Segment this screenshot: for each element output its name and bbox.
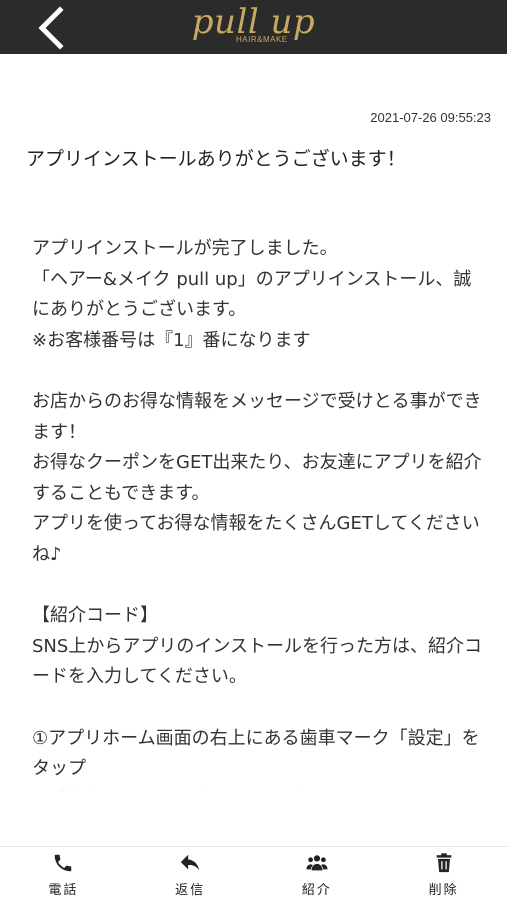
message-paragraph: 【紹介コード】 SNS上からアプリのインストールを行った方は、紹介コードを入力し… — [32, 605, 482, 688]
tab-label-introduce: 紹介 — [301, 883, 332, 898]
logo-subtext: HAIR&MAKE — [236, 35, 288, 44]
message-title: アプリインストールありがとうございます！ — [26, 148, 406, 170]
message-content[interactable]: 2021-07-26 09:55:23 アプリインストールありがとうございます！… — [0, 54, 507, 791]
tab-label-phone: 電話 — [48, 883, 79, 898]
tab-label-reply: 返信 — [175, 883, 206, 898]
phone-icon — [55, 854, 72, 872]
message-paragraph: お店からのお得な情報をメッセージで受けとる事ができます！ お得なクーポンをGET… — [32, 390, 482, 565]
delete-button[interactable]: 削除 — [380, 847, 507, 901]
reply-button[interactable]: 返信 — [127, 847, 254, 901]
scroll-fade — [0, 777, 507, 791]
introduce-button[interactable]: 紹介 — [254, 847, 381, 901]
tab-label-delete: 削除 — [428, 883, 459, 898]
reply-icon — [180, 854, 200, 871]
app-header: pull up HAIR&MAKE — [0, 0, 507, 54]
message-body: アプリインストールが完了しました。 「ヘアー&メイク pull up」のアプリイ… — [32, 234, 482, 791]
phone-button[interactable]: 電話 — [0, 847, 127, 901]
users-icon — [306, 855, 328, 871]
message-paragraph: アプリインストールが完了しました。 「ヘアー&メイク pull up」のアプリイ… — [32, 238, 472, 351]
trash-icon — [436, 853, 451, 873]
action-bar: 電話 返信 紹介 削除 — [0, 846, 507, 901]
message-timestamp: 2021-07-26 09:55:23 — [370, 110, 491, 125]
